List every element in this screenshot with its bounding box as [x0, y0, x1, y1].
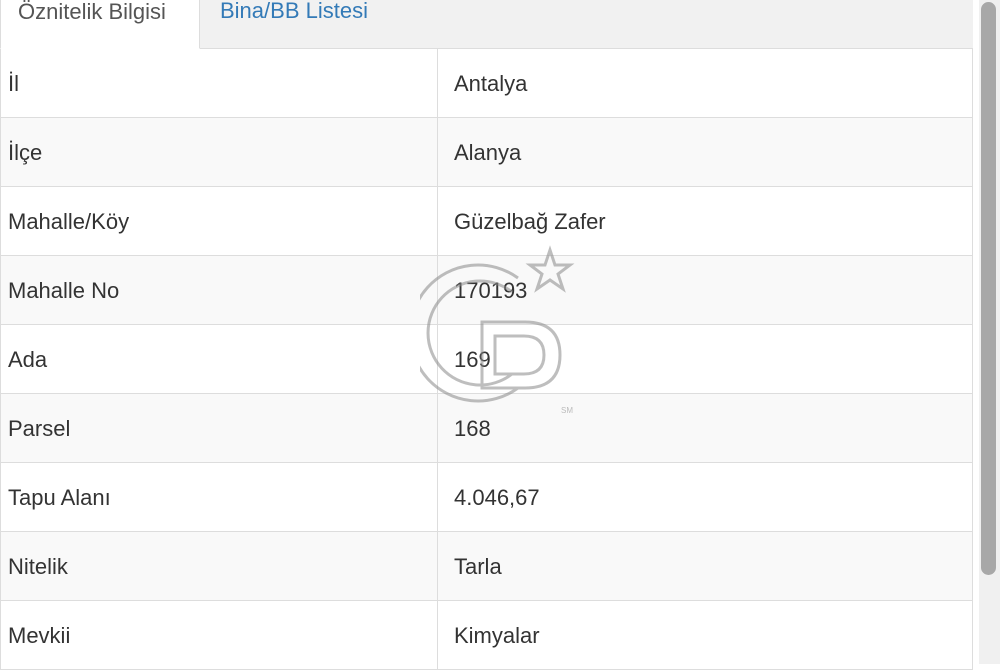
scrollbar-thumb[interactable]	[981, 2, 996, 575]
table-row: İl Antalya	[1, 49, 973, 118]
row-value: 170193	[438, 256, 973, 324]
row-label: Mahalle/Köy	[1, 187, 438, 255]
table-row: Mahalle/Köy Güzelbağ Zafer	[1, 187, 973, 256]
table-row: Mevkii Kimyalar	[1, 601, 973, 670]
row-label: Mevkii	[1, 601, 438, 669]
row-value: 4.046,67	[438, 463, 973, 531]
row-label: İl	[1, 49, 438, 117]
table-row: Ada 169	[1, 325, 973, 394]
row-label: İlçe	[1, 118, 438, 186]
row-label: Nitelik	[1, 532, 438, 600]
table-row: Nitelik Tarla	[1, 532, 973, 601]
row-label: Parsel	[1, 394, 438, 462]
row-value: Alanya	[438, 118, 973, 186]
row-value: Kimyalar	[438, 601, 973, 669]
row-value: 168	[438, 394, 973, 462]
table-row: Mahalle No 170193	[1, 256, 973, 325]
tab-bar: Öznitelik Bilgisi Bina/BB Listesi	[0, 0, 973, 49]
row-value: 169	[438, 325, 973, 393]
tab-bina-bb-listesi[interactable]: Bina/BB Listesi	[220, 0, 368, 49]
row-value: Tarla	[438, 532, 973, 600]
table-row: İlçe Alanya	[1, 118, 973, 187]
tab-oznitelik-bilgisi[interactable]: Öznitelik Bilgisi	[0, 0, 200, 49]
row-value: Antalya	[438, 49, 973, 117]
table-row: Parsel 168	[1, 394, 973, 463]
table-row: Tapu Alanı 4.046,67	[1, 463, 973, 532]
row-label: Tapu Alanı	[1, 463, 438, 531]
row-value: Güzelbağ Zafer	[438, 187, 973, 255]
row-label: Ada	[1, 325, 438, 393]
attribute-table: İl Antalya İlçe Alanya Mahalle/Köy Güzel…	[0, 49, 973, 670]
row-label: Mahalle No	[1, 256, 438, 324]
